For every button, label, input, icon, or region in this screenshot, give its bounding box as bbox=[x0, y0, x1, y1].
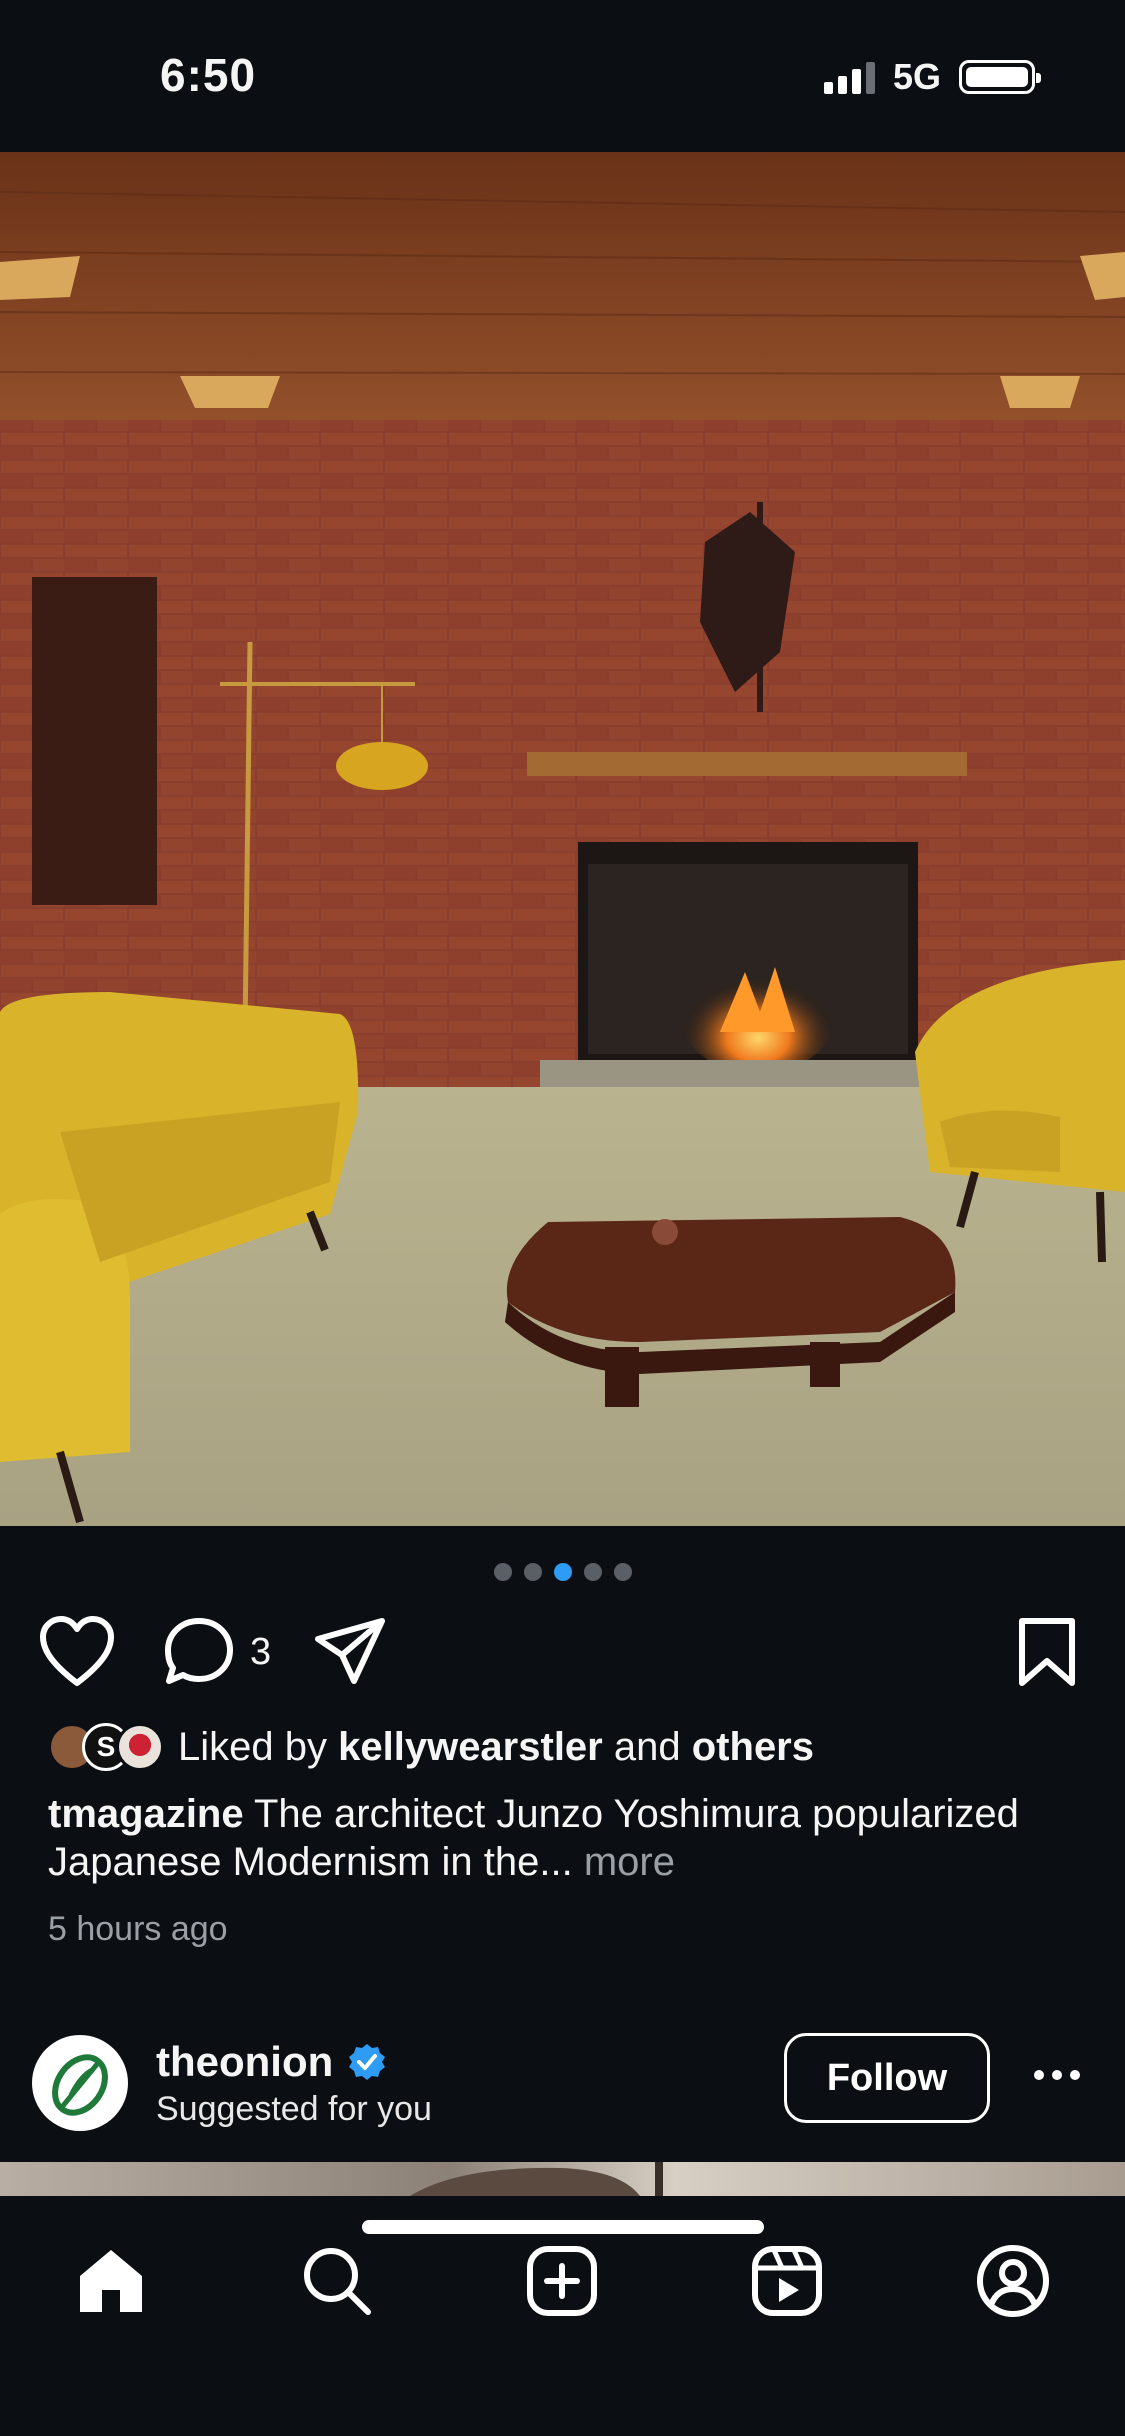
likes-joiner: and bbox=[613, 1724, 681, 1769]
post-caption: tmagazine The architect Junzo Yoshimura … bbox=[48, 1790, 1068, 1886]
home-indicator[interactable] bbox=[362, 2220, 764, 2234]
likes-text: Liked by kellywearstler and others bbox=[178, 1725, 814, 1770]
post-timestamp: 5 hours ago bbox=[48, 1910, 228, 1948]
carousel-dot bbox=[523, 1563, 542, 1581]
share-button[interactable] bbox=[312, 1615, 388, 1694]
onion-logo-icon bbox=[52, 2054, 108, 2116]
follow-button[interactable]: Follow bbox=[784, 2033, 990, 2123]
post-image[interactable] bbox=[0, 152, 1125, 1526]
status-bar: 6:50 5G bbox=[0, 0, 1125, 152]
post-photo bbox=[0, 152, 1125, 1526]
carousel-dot bbox=[493, 1563, 512, 1581]
create-icon bbox=[527, 2246, 597, 2316]
reels-icon bbox=[752, 2246, 822, 2316]
comment-button[interactable] bbox=[162, 1615, 236, 1694]
likes-prefix: Liked by bbox=[178, 1724, 327, 1769]
caption-username[interactable]: tmagazine bbox=[48, 1792, 244, 1836]
suggested-username[interactable]: theonion bbox=[156, 2038, 333, 2086]
onion-avatar[interactable] bbox=[32, 2035, 128, 2131]
status-time: 6:50 bbox=[160, 49, 257, 101]
more-options-icon[interactable] bbox=[1034, 2070, 1080, 2080]
tab-home[interactable] bbox=[66, 2236, 156, 2326]
signal-icon bbox=[823, 60, 875, 94]
bookmark-icon bbox=[1019, 1618, 1075, 1686]
network-label: 5G bbox=[892, 56, 941, 97]
save-button[interactable] bbox=[1012, 1615, 1082, 1694]
avatar bbox=[116, 1723, 164, 1771]
next-post-photo bbox=[410, 2162, 663, 2196]
carousel-dot bbox=[583, 1563, 602, 1581]
status-indicators: 5G bbox=[823, 56, 1041, 98]
tab-reels[interactable] bbox=[742, 2236, 832, 2326]
likes-others[interactable]: others bbox=[692, 1725, 814, 1769]
likes-row[interactable]: S Liked by kellywearstler and others bbox=[48, 1723, 814, 1771]
like-button[interactable] bbox=[38, 1615, 116, 1694]
suggested-subtitle: Suggested for you bbox=[156, 2090, 432, 2128]
suggested-account-header: theonion Suggested for you Follow bbox=[0, 2030, 1125, 2140]
comment-icon bbox=[165, 1618, 233, 1684]
liker-username[interactable]: kellywearstler bbox=[338, 1725, 603, 1769]
verified-badge-icon bbox=[349, 2044, 386, 2080]
tab-create[interactable] bbox=[517, 2236, 607, 2326]
tab-profile[interactable] bbox=[968, 2236, 1058, 2326]
heart-icon bbox=[40, 1616, 114, 1686]
caption-more-link[interactable]: more bbox=[584, 1840, 675, 1884]
carousel-dot bbox=[613, 1563, 632, 1581]
post-actions: 3 bbox=[0, 1615, 1125, 1695]
comment-count: 3 bbox=[250, 1631, 272, 1673]
carousel-indicator bbox=[0, 1563, 1125, 1581]
send-icon bbox=[315, 1618, 385, 1684]
carousel-dot-active bbox=[553, 1563, 572, 1581]
search-icon bbox=[304, 2248, 371, 2315]
battery-icon bbox=[959, 60, 1041, 94]
next-post-image-peek bbox=[0, 2162, 1125, 2196]
home-icon bbox=[80, 2250, 142, 2312]
liker-avatars: S bbox=[48, 1723, 164, 1771]
suggested-username-row[interactable]: theonion bbox=[156, 2038, 387, 2086]
profile-icon bbox=[977, 2245, 1049, 2317]
tab-search[interactable] bbox=[292, 2236, 382, 2326]
